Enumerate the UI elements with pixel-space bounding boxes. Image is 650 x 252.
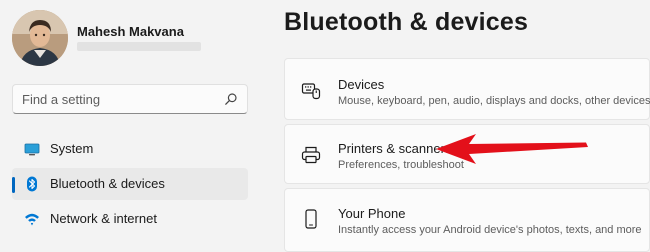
user-name: Mahesh Makvana [77, 24, 184, 39]
search-box[interactable] [12, 84, 248, 114]
devices-icon [301, 83, 321, 100]
monitor-icon [24, 143, 40, 156]
active-indicator [12, 177, 15, 193]
sidebar-item-label: System [50, 141, 94, 156]
user-email-redacted [77, 42, 201, 51]
page-title: Bluetooth & devices [284, 8, 529, 36]
search-input[interactable] [22, 91, 217, 107]
printer-icon [301, 146, 321, 164]
search-icon[interactable] [224, 92, 238, 106]
card-title: Printers & scanners [338, 141, 452, 156]
card-subtitle: Mouse, keyboard, pen, audio, displays an… [338, 95, 650, 107]
user-photo [12, 10, 68, 66]
sidebar: Mahesh Makvana System Bluetooth & device… [0, 0, 262, 248]
wifi-icon [25, 213, 39, 226]
sidebar-item-label: Bluetooth & devices [50, 176, 165, 191]
card-subtitle: Instantly access your Android device's p… [338, 224, 642, 236]
your-phone-card[interactable]: Your Phone Instantly access your Android… [284, 188, 650, 252]
bluetooth-icon [27, 176, 37, 192]
sidebar-item-label: Network & internet [50, 211, 157, 226]
sidebar-item-bluetooth-devices[interactable]: Bluetooth & devices [12, 168, 248, 200]
phone-icon [305, 209, 317, 229]
card-title: Your Phone [338, 206, 406, 221]
avatar[interactable] [12, 10, 68, 66]
devices-card[interactable]: Devices Mouse, keyboard, pen, audio, dis… [284, 58, 650, 120]
sidebar-item-network-internet[interactable]: Network & internet [12, 203, 248, 235]
annotation-arrow-icon [436, 134, 588, 164]
sidebar-item-system[interactable]: System [12, 133, 248, 165]
card-title: Devices [338, 77, 385, 92]
